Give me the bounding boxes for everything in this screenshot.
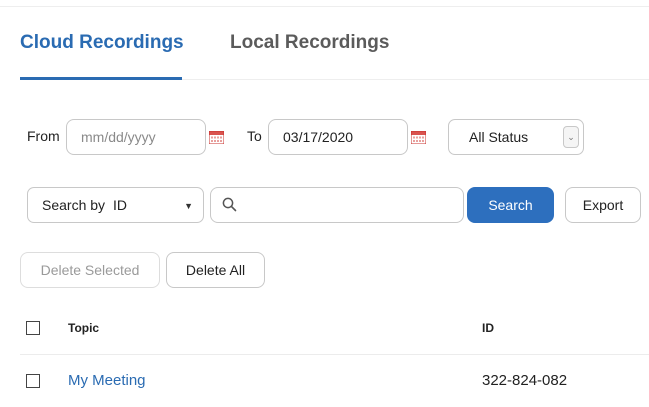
calendar-icon[interactable]: [209, 131, 224, 144]
row-checkbox[interactable]: [26, 374, 40, 388]
status-select[interactable]: All Status ⌄: [448, 119, 584, 155]
delete-all-button[interactable]: Delete All: [166, 252, 265, 288]
search-button[interactable]: Search: [467, 187, 554, 223]
top-divider: [0, 6, 649, 7]
column-header-id: ID: [482, 321, 494, 335]
select-all-checkbox[interactable]: [26, 321, 40, 335]
tab-cloud-recordings[interactable]: Cloud Recordings: [20, 32, 184, 54]
export-button[interactable]: Export: [565, 187, 641, 223]
search-by-selected: ID: [113, 197, 128, 213]
tab-local-recordings[interactable]: Local Recordings: [230, 32, 389, 54]
to-date-input[interactable]: [268, 119, 408, 155]
from-date-input[interactable]: [66, 119, 206, 155]
recordings-tabs: Cloud Recordings Local Recordings: [20, 32, 649, 80]
column-header-topic: Topic: [68, 321, 100, 335]
from-label: From: [27, 128, 60, 144]
meeting-id: 322-824-082: [482, 372, 568, 389]
table-divider: [20, 354, 649, 355]
search-by-select[interactable]: Search by ID ▼: [27, 187, 204, 223]
meeting-topic-link[interactable]: My Meeting: [68, 372, 146, 389]
calendar-icon[interactable]: [411, 131, 426, 144]
to-label: To: [247, 128, 262, 144]
status-selected-value: All Status: [469, 129, 529, 145]
chevron-down-icon: ⌄: [563, 126, 579, 148]
delete-selected-button[interactable]: Delete Selected: [20, 252, 160, 288]
search-box[interactable]: [210, 187, 464, 223]
search-input[interactable]: [247, 193, 457, 217]
active-tab-indicator: [20, 77, 182, 80]
search-icon: [222, 197, 237, 212]
chevron-down-icon: ▼: [184, 201, 193, 211]
search-by-label: Search by: [42, 197, 106, 213]
